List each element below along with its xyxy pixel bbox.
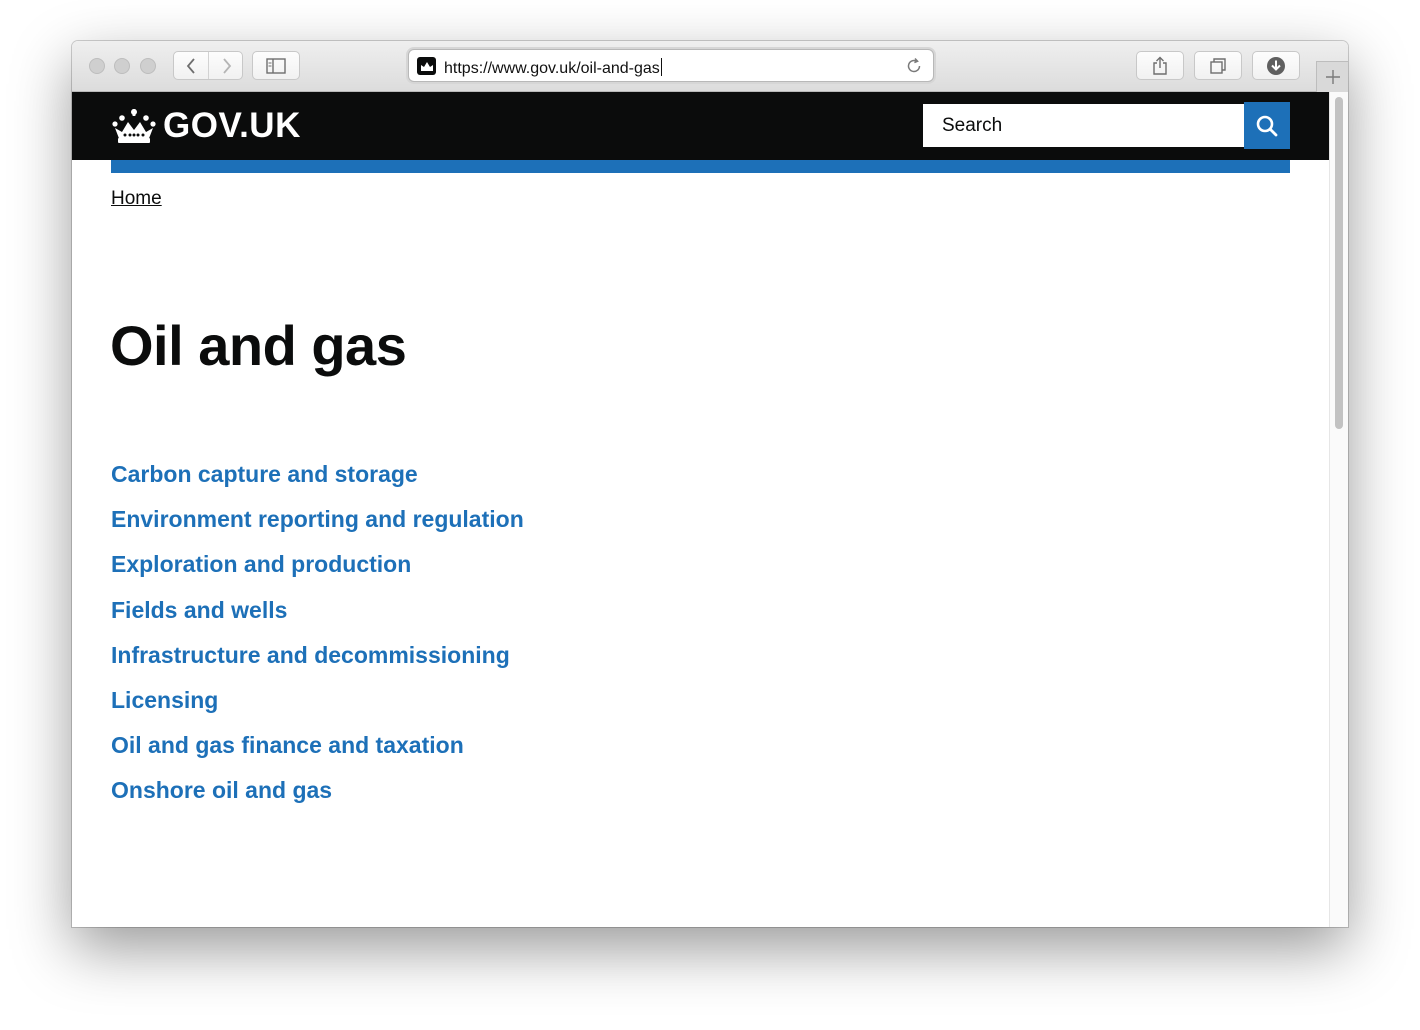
back-button[interactable] <box>174 52 209 79</box>
share-icon <box>1153 56 1167 75</box>
new-tab-button[interactable] <box>1316 61 1348 92</box>
topic-list: Carbon capture and storage Environment r… <box>111 460 524 822</box>
topic-link-infrastructure[interactable]: Infrastructure and decommissioning <box>111 641 510 669</box>
site-header: GOV.UK <box>72 92 1329 160</box>
close-window-button[interactable] <box>89 58 105 74</box>
list-item: Exploration and production <box>111 550 524 595</box>
list-item: Fields and wells <box>111 596 524 641</box>
share-button[interactable] <box>1136 51 1184 80</box>
list-item: Infrastructure and decommissioning <box>111 641 524 686</box>
tabs-icon <box>1210 57 1226 74</box>
minimize-window-button[interactable] <box>114 58 130 74</box>
list-item: Licensing <box>111 686 524 731</box>
govuk-logo-link[interactable]: GOV.UK <box>111 106 301 146</box>
gov-favicon-icon <box>417 57 436 75</box>
url-text[interactable]: https://www.gov.uk/oil-and-gas <box>444 58 662 78</box>
forward-button[interactable] <box>209 52 244 79</box>
search-button[interactable] <box>1244 102 1290 149</box>
list-item: Oil and gas finance and taxation <box>111 731 524 776</box>
chevron-left-icon <box>186 57 195 74</box>
browser-window: https://www.gov.uk/oil-and-gas GOV.UK Se… <box>72 41 1348 927</box>
sidebar-icon <box>266 57 286 74</box>
list-item: Onshore oil and gas <box>111 776 524 821</box>
crown-icon <box>112 109 156 143</box>
search-field-wrapper <box>921 102 1246 149</box>
topic-link-carbon-capture[interactable]: Carbon capture and storage <box>111 460 418 488</box>
list-item: Carbon capture and storage <box>111 460 524 505</box>
browser-toolbar: https://www.gov.uk/oil-and-gas <box>72 41 1348 92</box>
govuk-logo-text: GOV.UK <box>163 106 301 145</box>
page-viewport: GOV.UK Home Oil and gas Carbon capture a… <box>72 92 1329 927</box>
breadcrumb: Home <box>111 188 162 210</box>
topic-link-onshore[interactable]: Onshore oil and gas <box>111 776 332 804</box>
search-input[interactable] <box>923 104 1244 147</box>
chevron-right-icon <box>222 57 231 74</box>
zoom-window-button[interactable] <box>140 58 156 74</box>
topic-link-exploration-production[interactable]: Exploration and production <box>111 550 411 578</box>
page-title: Oil and gas <box>110 314 407 377</box>
header-accent-bar <box>111 160 1290 173</box>
breadcrumb-home-link[interactable]: Home <box>111 188 162 209</box>
vertical-scrollbar[interactable] <box>1329 92 1348 927</box>
reload-icon[interactable] <box>905 57 923 75</box>
search-icon <box>1256 115 1278 136</box>
topic-link-environment-reporting[interactable]: Environment reporting and regulation <box>111 505 524 533</box>
tabs-button[interactable] <box>1194 51 1242 80</box>
plus-icon <box>1325 70 1340 84</box>
list-item: Environment reporting and regulation <box>111 505 524 550</box>
download-icon <box>1267 56 1285 75</box>
downloads-button[interactable] <box>1252 51 1300 80</box>
topic-link-fields-wells[interactable]: Fields and wells <box>111 596 287 624</box>
navigation-buttons <box>173 51 243 80</box>
address-bar[interactable]: https://www.gov.uk/oil-and-gas <box>408 49 934 82</box>
scrollbar-thumb[interactable] <box>1335 97 1343 429</box>
topic-link-finance-taxation[interactable]: Oil and gas finance and taxation <box>111 731 464 759</box>
sidebar-button[interactable] <box>252 51 300 80</box>
topic-link-licensing[interactable]: Licensing <box>111 686 218 714</box>
